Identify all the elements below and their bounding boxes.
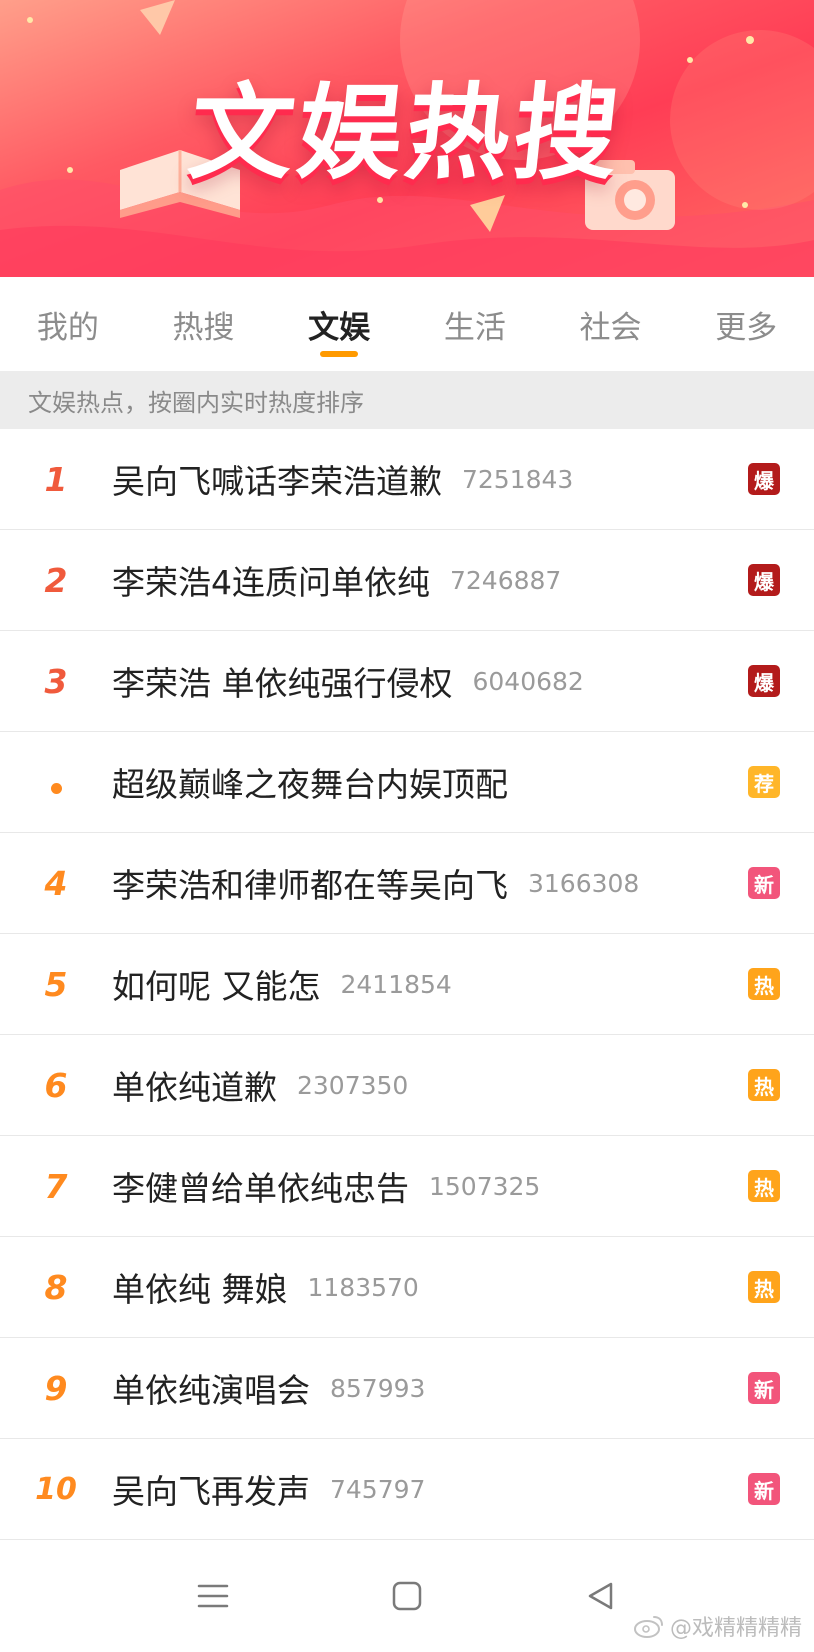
topic-title: 李荣浩 单依纯强行侵权 <box>112 664 453 703</box>
topic-title: 吴向飞喊话李荣浩道歉 <box>112 462 442 501</box>
hot-search-row[interactable]: 7 李健曾给单依纯忠告 1507325 热 <box>0 1136 814 1237</box>
topic-title: 超级巅峰之夜舞台内娱顶配 <box>112 765 508 804</box>
hot-search-row[interactable]: 8 单依纯 舞娘 1183570 热 <box>0 1237 814 1338</box>
hot-badge: 热 <box>748 1271 780 1303</box>
heat-count: 857993 <box>330 1373 426 1403</box>
heat-count: 2411854 <box>340 969 452 999</box>
topic-title: 李健曾给单依纯忠告 <box>112 1169 409 1208</box>
heat-count: 3166308 <box>528 868 640 898</box>
new-badge: 新 <box>748 1372 780 1404</box>
tab-entertainment[interactable]: 文娱 <box>271 277 407 371</box>
topic-title: 单依纯 舞娘 <box>112 1270 288 1309</box>
hot-search-row[interactable]: 10 吴向飞再发声 745797 新 <box>0 1439 814 1540</box>
hot-search-row[interactable]: 4 李荣浩和律师都在等吴向飞 3166308 新 <box>0 833 814 934</box>
rank-number: 5 <box>44 964 68 1004</box>
hot-badge: 热 <box>748 1170 780 1202</box>
heat-count: 6040682 <box>472 666 584 696</box>
tab-hot-search[interactable]: 热搜 <box>136 277 272 371</box>
tab-life[interactable]: 生活 <box>407 277 543 371</box>
topic-title: 李荣浩和律师都在等吴向飞 <box>112 866 508 905</box>
promoted-dot <box>0 763 112 802</box>
heat-count: 2307350 <box>297 1070 409 1100</box>
rank-number: 4 <box>44 863 68 903</box>
heat-count: 7251843 <box>462 464 574 494</box>
weibo-icon <box>633 1616 663 1638</box>
hot-search-row[interactable]: 3 李荣浩 单依纯强行侵权 6040682 爆 <box>0 631 814 732</box>
category-tabs: 我的 热搜 文娱 生活 社会 更多 <box>0 277 814 371</box>
heat-count: 1183570 <box>307 1272 419 1302</box>
topic-title: 单依纯道歉 <box>112 1068 277 1107</box>
topic-title: 李荣浩4连质问单依纯 <box>112 563 430 602</box>
hot-badge: 热 <box>748 968 780 1000</box>
new-badge: 新 <box>748 867 780 899</box>
rank-number: 6 <box>44 1065 68 1105</box>
hot-search-row[interactable]: 1 吴向飞喊话李荣浩道歉 7251843 爆 <box>0 429 814 530</box>
rank-number: 7 <box>44 1166 68 1206</box>
banner-title: 文娱热搜 <box>183 72 629 194</box>
watermark-text: @戏精精精精 <box>669 1616 802 1641</box>
ranking-notice: 文娱热点，按圈内实时热度排序 <box>0 371 814 429</box>
hot-search-row[interactable]: 2 李荣浩4连质问单依纯 7246887 爆 <box>0 530 814 631</box>
weibo-watermark: @戏精精精精 <box>633 1610 802 1642</box>
tab-mine[interactable]: 我的 <box>0 277 136 371</box>
tab-society[interactable]: 社会 <box>543 277 679 371</box>
explosive-badge: 爆 <box>748 665 780 697</box>
heat-count: 745797 <box>330 1474 426 1504</box>
rank-number: 9 <box>44 1368 68 1408</box>
topic-title: 单依纯演唱会 <box>112 1371 310 1410</box>
heat-count: 7246887 <box>450 565 562 595</box>
hot-search-row[interactable]: 6 单依纯道歉 2307350 热 <box>0 1035 814 1136</box>
home-square-icon[interactable] <box>387 1576 427 1616</box>
rank-number: 10 <box>35 1471 77 1507</box>
topic-title: 如何呢 又能怎 <box>112 967 321 1006</box>
topic-title: 吴向飞再发声 <box>112 1472 310 1511</box>
rank-number: 8 <box>44 1267 68 1307</box>
promoted-row[interactable]: 超级巅峰之夜舞台内娱顶配 荐 <box>0 732 814 833</box>
heat-count: 1507325 <box>429 1171 541 1201</box>
rank-number: 2 <box>44 560 68 600</box>
menu-icon[interactable] <box>193 1576 233 1616</box>
recommend-badge: 荐 <box>748 766 780 798</box>
hot-search-row[interactable]: 9 单依纯演唱会 857993 新 <box>0 1338 814 1439</box>
rank-number: 1 <box>44 459 68 499</box>
explosive-badge: 爆 <box>748 463 780 495</box>
rank-number: 3 <box>44 661 68 701</box>
system-navigation-bar: @戏精精精精 <box>0 1540 814 1652</box>
hot-search-list: 1 吴向飞喊话李荣浩道歉 7251843 爆 2 李荣浩4连质问单依纯 7246… <box>0 429 814 1540</box>
promoted-dot-icon <box>50 782 62 794</box>
tab-more[interactable]: 更多 <box>678 277 814 371</box>
explosive-badge: 爆 <box>748 564 780 596</box>
hot-search-row[interactable]: 5 如何呢 又能怎 2411854 热 <box>0 934 814 1035</box>
new-badge: 新 <box>748 1473 780 1505</box>
hot-badge: 热 <box>748 1069 780 1101</box>
back-triangle-icon[interactable] <box>581 1576 621 1616</box>
hot-search-banner: 文娱热搜 <box>0 0 814 277</box>
